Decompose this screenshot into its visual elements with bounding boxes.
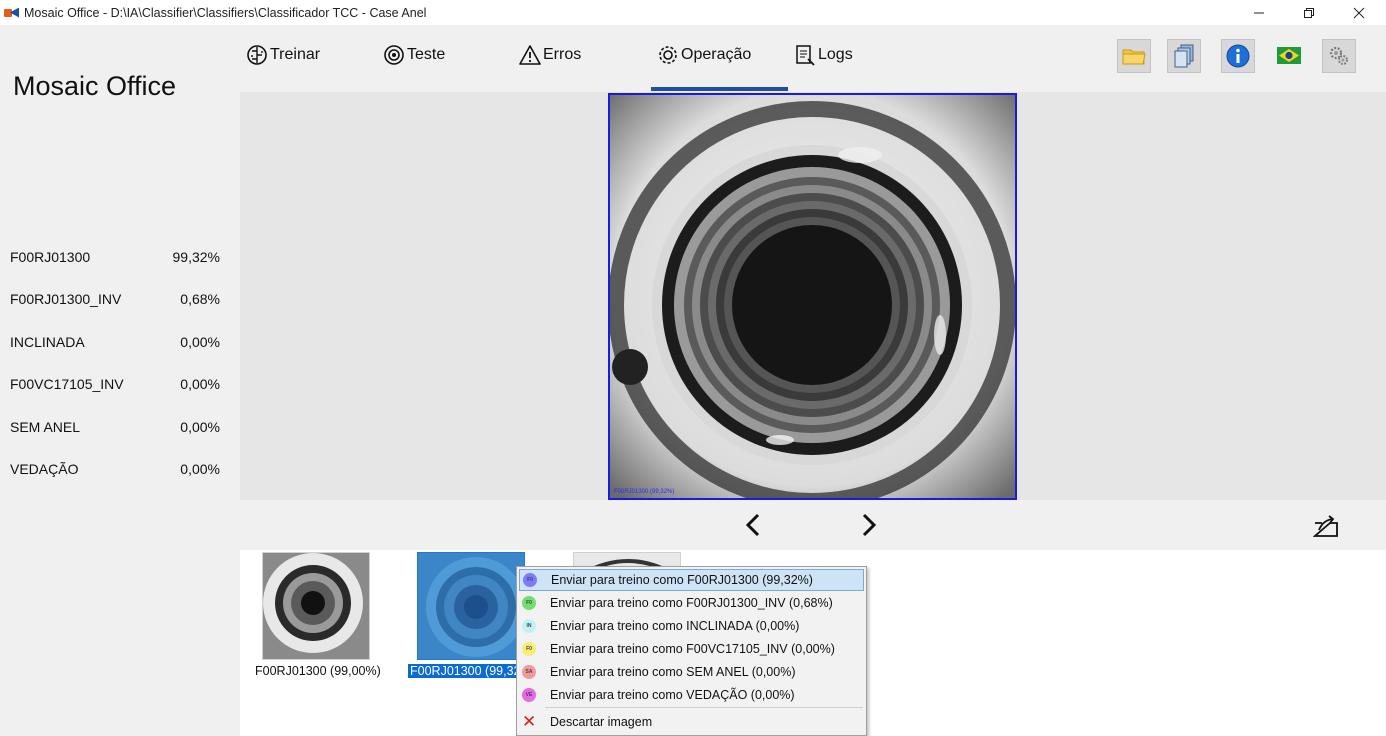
tab-teste[interactable]: Teste — [383, 42, 445, 68]
logs-icon — [796, 45, 815, 66]
class-percentage: 0,68% — [180, 291, 220, 307]
gear-head-icon — [384, 45, 404, 65]
copy-documents-button[interactable] — [1167, 39, 1201, 73]
title-bar: Mosaic Office - D:\IA\Classifier\Classif… — [0, 0, 1386, 25]
class-row: INCLINADA 0,00% — [10, 334, 224, 354]
thumbnail-label[interactable]: F00RJ01300 (99,00%) — [255, 664, 381, 678]
info-button[interactable] — [1221, 39, 1255, 73]
tab-label: Erros — [543, 46, 582, 63]
active-tab-indicator — [651, 87, 788, 91]
class-percentage: 0,00% — [180, 461, 220, 477]
image-caption: F00RJ01300 (99,32%) — [614, 489, 675, 495]
previous-image-button[interactable] — [742, 513, 766, 537]
next-image-button[interactable] — [856, 513, 880, 537]
info-icon — [1226, 44, 1250, 68]
class-name: INCLINADA — [10, 334, 85, 350]
thumbnail-image[interactable] — [262, 552, 370, 660]
thumbnail-image-selected[interactable] — [417, 552, 525, 660]
folder-icon — [1122, 49, 1146, 65]
class-name: F00RJ01300 — [10, 249, 91, 265]
class-badge-icon: VE — [522, 688, 536, 702]
image-navigation-bar — [240, 500, 1386, 550]
chevron-right-icon — [862, 513, 877, 537]
open-folder-button[interactable] — [1117, 39, 1151, 73]
tab-operacao[interactable]: Operação — [657, 42, 751, 68]
class-percentage: 0,00% — [180, 419, 220, 435]
class-row: F00RJ01300_INV 0,68% — [10, 291, 224, 311]
menu-item-label: Descartar imagem — [550, 715, 653, 729]
class-name: F00VC17105_INV — [10, 376, 124, 392]
language-button[interactable] — [1277, 47, 1301, 64]
class-badge-icon: F0 — [522, 596, 536, 610]
context-menu: F0 Enviar para treino como F00RJ01300 (9… — [516, 566, 867, 736]
warning-icon — [519, 45, 541, 65]
window-title: Mosaic Office - D:\IA\Classifier\Classif… — [24, 5, 427, 20]
settings-gears-icon — [1329, 46, 1348, 65]
class-row: SEM ANEL 0,00% — [10, 419, 224, 439]
class-name: F00RJ01300_INV — [10, 291, 122, 307]
tab-label: Teste — [407, 46, 446, 63]
inspection-image[interactable]: F00RJ01300 (99,32%) — [608, 93, 1017, 500]
class-badge-icon: SA — [522, 665, 536, 679]
close-button[interactable] — [1336, 0, 1382, 25]
menu-item-send-f00rj01300[interactable]: F0 Enviar para treino como F00RJ01300 (9… — [519, 569, 864, 591]
class-row: VEDAÇÃO 0,00% — [10, 461, 224, 481]
tab-treinar[interactable]: Treinar — [246, 42, 320, 68]
menu-item-send-sem-anel[interactable]: SA Enviar para treino como SEM ANEL (0,0… — [519, 661, 864, 683]
ring-photo — [610, 95, 1015, 498]
tab-label: Operação — [681, 46, 752, 63]
image-viewer: F00RJ01300 (99,32%) — [240, 92, 1386, 500]
close-icon — [1353, 7, 1365, 18]
tab-label: Treinar — [270, 46, 321, 63]
chevron-left-icon — [745, 513, 760, 537]
export-button[interactable] — [1312, 514, 1339, 538]
menu-item-label: Enviar para treino como F00RJ01300 (99,3… — [551, 573, 813, 587]
brazil-flag-icon — [1277, 47, 1301, 64]
tab-label: Logs — [818, 46, 853, 63]
restore-icon — [1304, 7, 1314, 18]
class-percentage: 0,00% — [180, 376, 220, 392]
tab-erros[interactable]: Erros — [519, 42, 581, 68]
menu-separator — [545, 707, 863, 708]
settings-button[interactable] — [1322, 39, 1356, 73]
menu-item-send-f00vc17105-inv[interactable]: F0 Enviar para treino como F00VC17105_IN… — [519, 638, 864, 660]
operation-gear-icon — [659, 46, 677, 64]
export-icon — [1312, 515, 1338, 537]
top-navigation: Treinar Teste Erros Operação Logs — [240, 25, 1386, 92]
class-row: F00VC17105_INV 0,00% — [10, 376, 224, 396]
class-badge-icon: F0 — [523, 573, 537, 587]
restore-button[interactable] — [1286, 0, 1332, 25]
menu-item-label: Enviar para treino como VEDAÇÃO (0,00%) — [550, 688, 795, 702]
menu-item-send-inclinada[interactable]: IN Enviar para treino como INCLINADA (0,… — [519, 615, 864, 637]
discard-x-icon: ✕ — [522, 712, 537, 731]
menu-item-send-f00rj01300-inv[interactable]: F0 Enviar para treino como F00RJ01300_IN… — [519, 592, 864, 614]
copy-documents-icon — [1174, 44, 1194, 68]
class-badge-icon: IN — [522, 619, 536, 633]
thumbnail-ring-photo-selected — [418, 553, 524, 659]
menu-item-discard-image[interactable]: ✕ Descartar imagem — [519, 711, 864, 733]
results-panel: Mosaic Office F00RJ01300 99,32% F00RJ0130… — [0, 25, 240, 736]
class-row: F00RJ01300 99,32% — [10, 249, 224, 269]
menu-item-label: Enviar para treino como SEM ANEL (0,00%) — [550, 665, 796, 679]
menu-item-send-vedacao[interactable]: VE Enviar para treino como VEDAÇÃO (0,00… — [519, 684, 864, 706]
class-name: SEM ANEL — [10, 419, 81, 435]
brain-icon — [247, 45, 267, 65]
menu-item-label: Enviar para treino como F00VC17105_INV (… — [550, 642, 835, 656]
app-logo-icon — [4, 7, 20, 19]
menu-item-label: Enviar para treino como F00RJ01300_INV (… — [550, 596, 833, 610]
class-percentage: 99,32% — [172, 249, 220, 265]
class-badge-icon: F0 — [522, 642, 536, 656]
tab-logs[interactable]: Logs — [794, 42, 853, 68]
minimize-button[interactable] — [1236, 0, 1282, 25]
minimize-icon — [1254, 12, 1264, 13]
class-percentage: 0,00% — [180, 334, 220, 350]
class-name: VEDAÇÃO — [10, 461, 79, 477]
thumbnail-label-selected[interactable]: F00RJ01300 (99,32 — [408, 664, 523, 678]
menu-item-label: Enviar para treino como INCLINADA (0,00%… — [550, 619, 800, 633]
brand-title: Mosaic Office — [13, 71, 177, 101]
thumbnail-ring-photo — [263, 553, 369, 659]
